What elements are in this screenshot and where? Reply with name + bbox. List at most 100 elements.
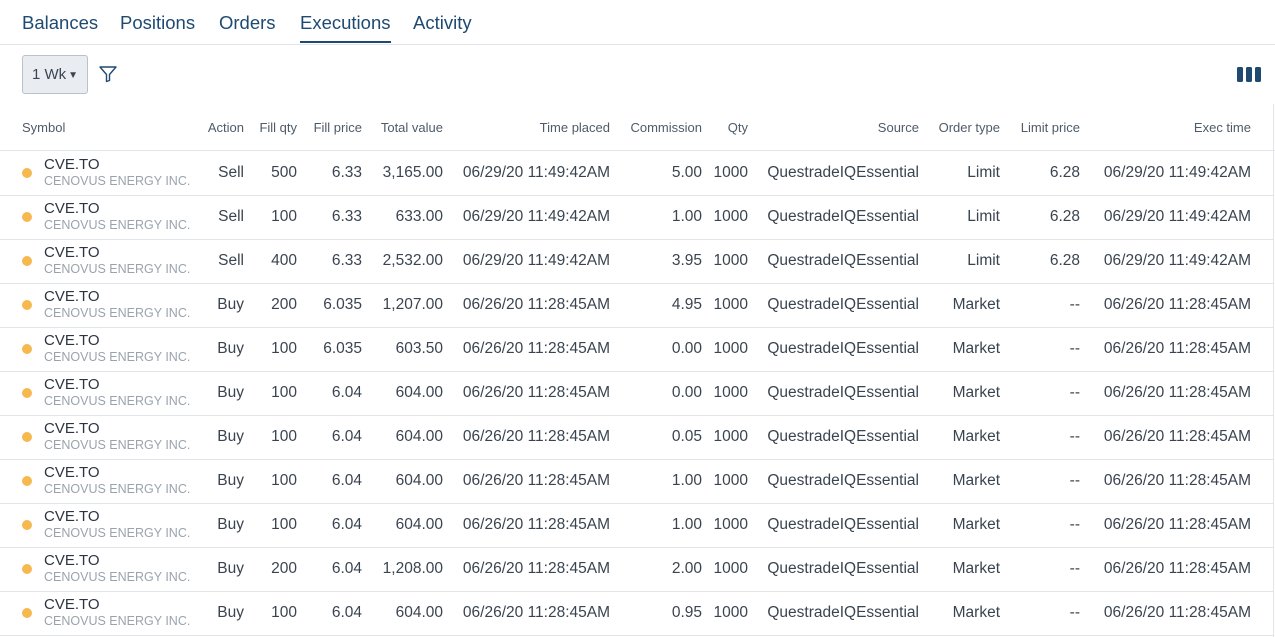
cell-order-type: Market xyxy=(952,604,1000,621)
table-right-border xyxy=(1273,104,1274,637)
cell-symbol[interactable]: CVE.TO xyxy=(44,552,100,569)
cell-symbol[interactable]: CVE.TO xyxy=(44,420,100,437)
cell-limit-price: -- xyxy=(1069,516,1080,533)
cell-fill-qty: 100 xyxy=(271,604,297,621)
cell-company-name: CENOVUS ENERGY INC. xyxy=(44,570,191,584)
cell-fill-price: 6.33 xyxy=(331,164,362,181)
cell-fill-price: 6.035 xyxy=(323,340,362,357)
cell-company-name: CENOVUS ENERGY INC. xyxy=(44,482,191,496)
table-row[interactable]: CVE.TO CENOVUS ENERGY INC. Buy 100 6.04 604.0… xyxy=(0,415,1273,460)
cell-total-value: 3,165.00 xyxy=(382,164,443,181)
table-row[interactable]: CVE.TO CENOVUS ENERGY INC. Buy 100 6.035 603.… xyxy=(0,327,1273,372)
cell-total-value: 2,532.00 xyxy=(382,252,443,269)
cell-total-value: 633.00 xyxy=(395,208,443,225)
tab-activity[interactable]: Activity xyxy=(413,12,472,43)
cell-symbol[interactable]: CVE.TO xyxy=(44,200,100,217)
table-row[interactable]: CVE.TO CENOVUS ENERGY INC. Sell 400 6.33 2,53… xyxy=(0,239,1273,284)
columns-icon[interactable] xyxy=(1236,66,1262,83)
col-header-qty[interactable]: Qty xyxy=(728,120,748,135)
filter-icon[interactable] xyxy=(98,65,118,83)
col-header-source[interactable]: Source xyxy=(878,120,919,135)
table-row[interactable]: CVE.TO CENOVUS ENERGY INC. Buy 100 6.04 604.0… xyxy=(0,371,1273,416)
cell-source: QuestradeIQEssential xyxy=(767,384,919,401)
tab-positions[interactable]: Positions xyxy=(120,12,195,43)
cell-total-value: 604.00 xyxy=(395,472,443,489)
tab-orders[interactable]: Orders xyxy=(219,12,276,43)
cell-qty: 1000 xyxy=(713,384,748,401)
status-dot-icon xyxy=(22,564,32,574)
col-header-fill-price[interactable]: Fill price xyxy=(314,120,362,135)
status-dot-icon xyxy=(22,432,32,442)
cell-symbol[interactable]: CVE.TO xyxy=(44,244,100,261)
status-dot-icon xyxy=(22,300,32,310)
cell-limit-price: -- xyxy=(1069,604,1080,621)
period-value: 1 Wk xyxy=(32,66,67,83)
period-select[interactable]: 1 Wk ▼ xyxy=(22,55,88,94)
cell-limit-price: -- xyxy=(1069,560,1080,577)
cell-source: QuestradeIQEssential xyxy=(767,516,919,533)
cell-company-name: CENOVUS ENERGY INC. xyxy=(44,218,191,232)
cell-symbol[interactable]: CVE.TO xyxy=(44,376,100,393)
col-header-symbol[interactable]: Symbol xyxy=(22,120,65,135)
cell-company-name: CENOVUS ENERGY INC. xyxy=(44,306,191,320)
cell-symbol[interactable]: CVE.TO xyxy=(44,332,100,349)
cell-source: QuestradeIQEssential xyxy=(767,252,919,269)
cell-symbol[interactable]: CVE.TO xyxy=(44,288,100,305)
cell-fill-qty: 100 xyxy=(271,516,297,533)
cell-action: Buy xyxy=(217,340,244,357)
cell-time-placed: 06/26/20 11:28:45AM xyxy=(462,296,610,313)
cell-company-name: CENOVUS ENERGY INC. xyxy=(44,262,191,276)
cell-order-type: Market xyxy=(952,428,1000,445)
cell-action: Buy xyxy=(217,384,244,401)
table-row[interactable]: CVE.TO CENOVUS ENERGY INC. Buy 100 6.04 604.0… xyxy=(0,591,1273,636)
cell-qty: 1000 xyxy=(713,252,748,269)
cell-exec-time: 06/26/20 11:28:45AM xyxy=(1103,516,1251,533)
cell-source: QuestradeIQEssential xyxy=(767,428,919,445)
status-dot-icon xyxy=(22,608,32,618)
cell-order-type: Market xyxy=(952,516,1000,533)
cell-action: Sell xyxy=(218,164,244,181)
cell-fill-qty: 400 xyxy=(271,252,297,269)
cell-symbol[interactable]: CVE.TO xyxy=(44,508,100,525)
tab-executions[interactable]: Executions xyxy=(300,12,391,43)
cell-time-placed: 06/26/20 11:28:45AM xyxy=(462,384,610,401)
cell-action: Buy xyxy=(217,604,244,621)
cell-company-name: CENOVUS ENERGY INC. xyxy=(44,174,191,188)
table-row[interactable]: CVE.TO CENOVUS ENERGY INC. Buy 200 6.04 1,208… xyxy=(0,547,1273,592)
caret-down-icon: ▼ xyxy=(68,70,79,81)
cell-fill-price: 6.33 xyxy=(331,208,362,225)
cell-source: QuestradeIQEssential xyxy=(767,296,919,313)
table-row[interactable]: CVE.TO CENOVUS ENERGY INC. Buy 200 6.035 1,20… xyxy=(0,283,1273,328)
table-row[interactable]: CVE.TO CENOVUS ENERGY INC. Sell 500 6.33 3,16… xyxy=(0,151,1273,196)
col-header-limit-price[interactable]: Limit price xyxy=(1021,120,1080,135)
col-header-order-type[interactable]: Order type xyxy=(939,120,1000,135)
col-header-action[interactable]: Action xyxy=(208,120,244,135)
status-dot-icon xyxy=(22,388,32,398)
cell-commission: 0.05 xyxy=(671,428,702,445)
cell-symbol[interactable]: CVE.TO xyxy=(44,464,100,481)
cell-symbol[interactable]: CVE.TO xyxy=(44,596,100,613)
cell-time-placed: 06/26/20 11:28:45AM xyxy=(462,516,610,533)
col-header-total-value[interactable]: Total value xyxy=(381,120,443,135)
col-header-exec-time[interactable]: Exec time xyxy=(1194,120,1251,135)
cell-commission: 0.00 xyxy=(671,340,702,357)
col-header-commission[interactable]: Commission xyxy=(630,120,702,135)
cell-exec-time: 06/29/20 11:49:42AM xyxy=(1103,208,1251,225)
cell-symbol[interactable]: CVE.TO xyxy=(44,156,100,173)
cell-qty: 1000 xyxy=(713,560,748,577)
cell-limit-price: -- xyxy=(1069,296,1080,313)
table-row[interactable]: CVE.TO CENOVUS ENERGY INC. Sell 100 6.33 633.… xyxy=(0,195,1273,240)
table-row[interactable]: CVE.TO CENOVUS ENERGY INC. Buy 100 6.04 604.0… xyxy=(0,459,1273,504)
cell-time-placed: 06/26/20 11:28:45AM xyxy=(462,472,610,489)
cell-order-type: Market xyxy=(952,296,1000,313)
tab-balances[interactable]: Balances xyxy=(22,12,98,43)
table-row[interactable]: CVE.TO CENOVUS ENERGY INC. Buy 100 6.04 604.0… xyxy=(0,503,1273,548)
cell-total-value: 604.00 xyxy=(395,516,443,533)
col-header-time-placed[interactable]: Time placed xyxy=(540,120,610,135)
cell-source: QuestradeIQEssential xyxy=(767,604,919,621)
cell-exec-time: 06/29/20 11:49:42AM xyxy=(1103,164,1251,181)
cell-limit-price: 6.28 xyxy=(1049,208,1080,225)
cell-time-placed: 06/26/20 11:28:45AM xyxy=(462,340,610,357)
col-header-fill-qty[interactable]: Fill qty xyxy=(259,120,297,135)
cell-company-name: CENOVUS ENERGY INC. xyxy=(44,438,191,452)
